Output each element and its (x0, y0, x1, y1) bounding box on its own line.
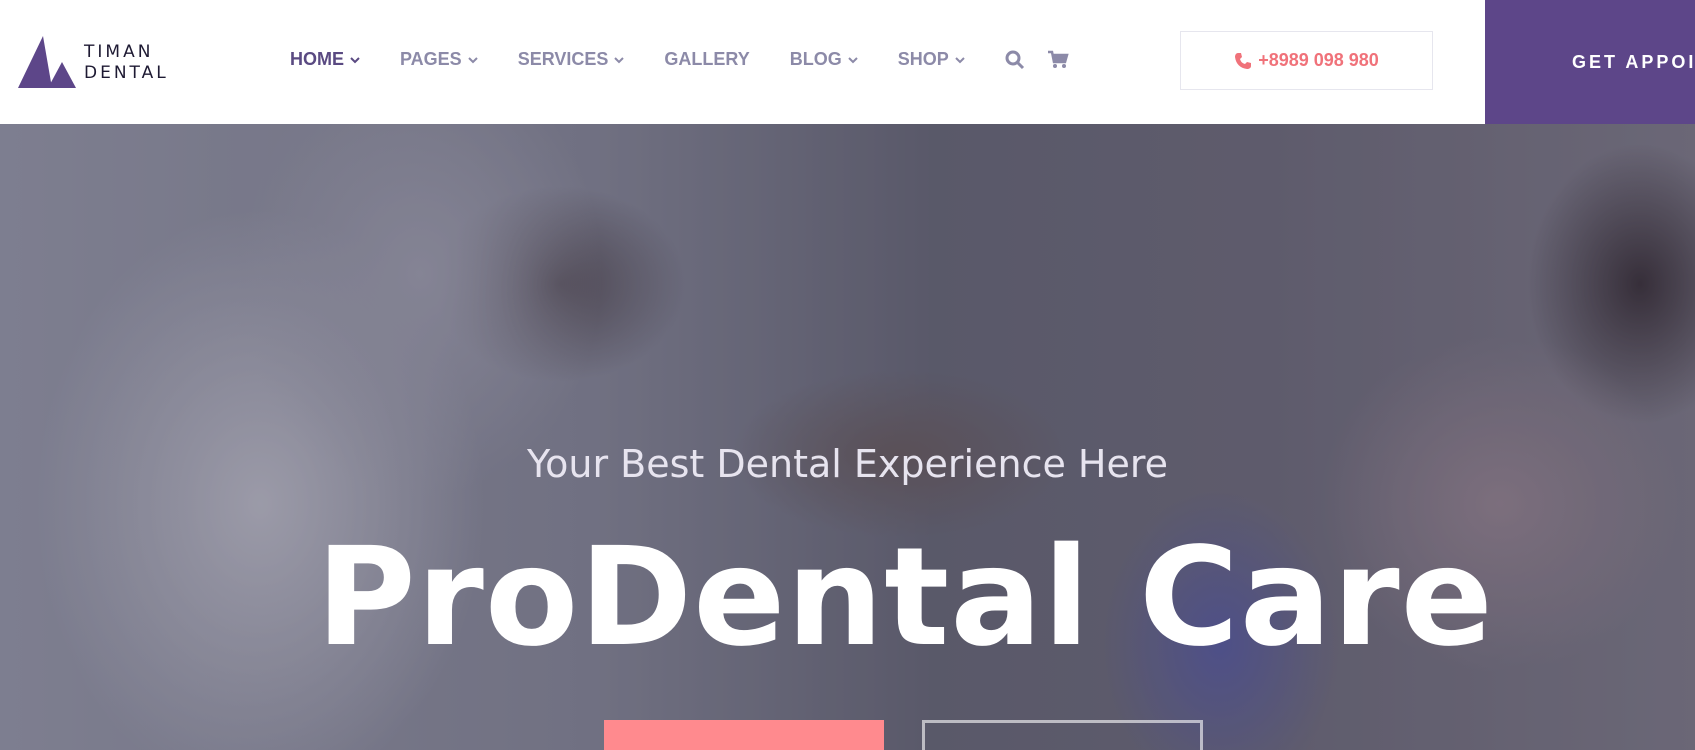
hero-section: Your Best Dental Experience Here ProDent… (0, 124, 1695, 750)
hero-subtitle: Your Best Dental Experience Here (526, 442, 1169, 486)
search-icon[interactable] (1005, 50, 1025, 70)
nav-item-label: SERVICES (517, 49, 609, 69)
nav-item-label: HOME (290, 49, 344, 69)
chevron-down-icon (848, 56, 858, 63)
nav-item-label: BLOG (789, 49, 842, 69)
nav-item-label: SHOP (897, 49, 949, 69)
nav-item-pages[interactable]: PAGES (400, 49, 478, 70)
nav-item-label: GALLERY (664, 49, 750, 69)
brand-name-line2: DENTAL (84, 63, 169, 83)
nav-item-services[interactable]: SERVICES (518, 49, 625, 70)
nav-item-blog[interactable]: BLOG (790, 49, 858, 70)
logo-mark-icon (18, 36, 76, 88)
chevron-down-icon (614, 56, 625, 63)
cta-label: GET APPOI (1572, 51, 1695, 72)
brand-logo[interactable]: TIMAN DENTAL (18, 34, 178, 90)
chevron-down-icon (350, 56, 360, 63)
nav-item-home[interactable]: HOME (290, 49, 360, 70)
get-appointment-button[interactable]: GET APPOI (1485, 0, 1695, 124)
nav-item-label: PAGES (400, 49, 462, 69)
phone-icon (1235, 52, 1252, 69)
hero-secondary-button[interactable] (922, 720, 1203, 750)
nav-item-gallery[interactable]: GALLERY (664, 49, 749, 70)
nav-item-shop[interactable]: SHOP (898, 49, 965, 70)
brand-name: TIMAN DENTAL (84, 42, 169, 84)
site-header: TIMAN DENTAL HOME PAGES SERVICES GALLERY… (0, 0, 1695, 124)
chevron-down-icon (467, 56, 478, 63)
phone-number: +8989 098 980 (1258, 50, 1379, 70)
phone-contact-button[interactable]: +8989 098 980 (1180, 31, 1433, 90)
hero-primary-button[interactable] (604, 720, 884, 750)
hero-title: ProDental Care (316, 519, 1494, 677)
cart-icon[interactable] (1047, 50, 1069, 70)
chevron-down-icon (955, 56, 965, 63)
main-nav: HOME PAGES SERVICES GALLERY BLOG SHOP (290, 49, 1091, 70)
brand-name-line1: TIMAN (84, 42, 154, 62)
